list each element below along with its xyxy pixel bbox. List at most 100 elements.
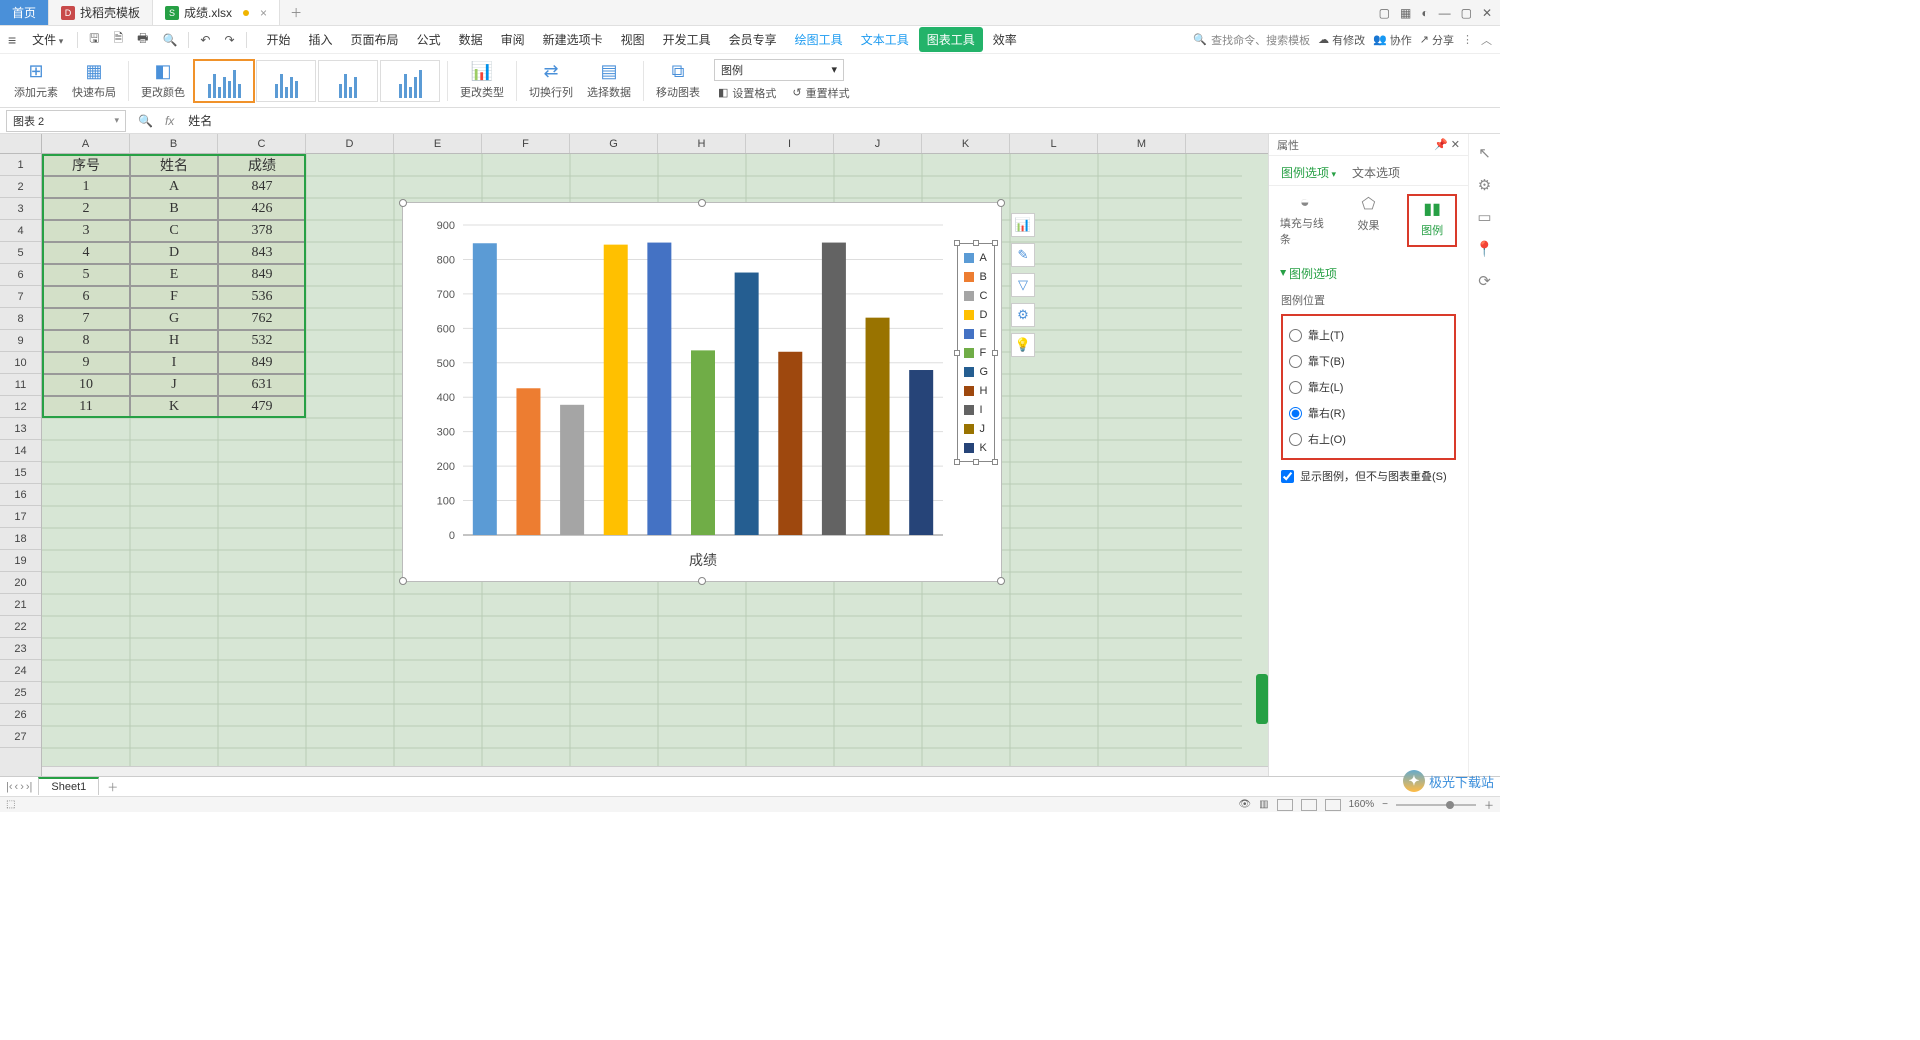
cell-B3[interactable]: B bbox=[130, 198, 218, 220]
set-format-button[interactable]: ◧ 设置格式 bbox=[714, 83, 780, 103]
cell-C8[interactable]: 762 bbox=[218, 308, 306, 330]
cells-area[interactable]: 序号姓名成绩1A8472B4263C3784D8435E8496F5367G76… bbox=[42, 154, 1268, 780]
sheet-last-icon[interactable]: ›| bbox=[26, 781, 33, 793]
chart-side-btn-2[interactable]: ▽ bbox=[1011, 273, 1035, 297]
cell-A5[interactable]: 4 bbox=[42, 242, 130, 264]
row-header-16[interactable]: 16 bbox=[0, 484, 41, 506]
save-icon[interactable]: 🖫 bbox=[84, 27, 104, 52]
file-menu[interactable]: 文件 bbox=[24, 29, 71, 50]
legend-overlap-checkbox[interactable]: 显示图例，但不与图表重叠(S) bbox=[1281, 462, 1456, 490]
menu-dev[interactable]: 开发工具 bbox=[655, 27, 719, 52]
spreadsheet-grid[interactable]: ABCDEFGHIJKLM 12345678910111213141516171… bbox=[0, 134, 1268, 780]
chart-style-4[interactable] bbox=[380, 60, 440, 102]
menu-start[interactable]: 开始 bbox=[259, 27, 299, 52]
menu-formula[interactable]: 公式 bbox=[409, 27, 449, 52]
layout-icon[interactable]: ▢ bbox=[1379, 6, 1390, 20]
cell-A8[interactable]: 7 bbox=[42, 308, 130, 330]
row-header-1[interactable]: 1 bbox=[0, 154, 41, 176]
undo-icon[interactable]: ↶ bbox=[195, 31, 215, 49]
cell-A3[interactable]: 2 bbox=[42, 198, 130, 220]
menu-pagelayout[interactable]: 页面布局 bbox=[343, 27, 407, 52]
chart-object[interactable]: 📊✎▽⚙💡0100200300400500600700800900成绩ABCDE… bbox=[402, 202, 1002, 582]
menu-insert[interactable]: 插入 bbox=[301, 27, 341, 52]
zoom-in-icon[interactable]: ＋ bbox=[1484, 797, 1494, 812]
rail-settings-icon[interactable]: ⚙ bbox=[1478, 176, 1491, 194]
col-header-L[interactable]: L bbox=[1010, 134, 1098, 153]
ribbon-switch-rc[interactable]: ⇄切换行列 bbox=[523, 54, 579, 107]
cell-A11[interactable]: 10 bbox=[42, 374, 130, 396]
tab-home[interactable]: 首页 bbox=[0, 0, 49, 25]
close-window-icon[interactable]: ✕ bbox=[1482, 6, 1492, 20]
close-tab-icon[interactable]: × bbox=[260, 6, 267, 20]
legend-dropdown[interactable]: 图例▾ bbox=[714, 59, 844, 81]
rail-location-icon[interactable]: 📍 bbox=[1475, 240, 1494, 258]
row-header-13[interactable]: 13 bbox=[0, 418, 41, 440]
cell-B1[interactable]: 姓名 bbox=[130, 154, 218, 176]
col-header-D[interactable]: D bbox=[306, 134, 394, 153]
maximize-icon[interactable]: ▢ bbox=[1461, 6, 1472, 20]
ribbon-select-data[interactable]: ▤选择数据 bbox=[581, 54, 637, 107]
tab-template[interactable]: D找稻壳模板 bbox=[49, 0, 153, 25]
legend-pos-radio-1[interactable]: 靠下(B) bbox=[1289, 348, 1448, 374]
chart-legend[interactable]: ABCDEFGHIJK bbox=[957, 243, 995, 462]
legend-pos-radio-4[interactable]: 右上(O) bbox=[1289, 426, 1448, 452]
pending-changes[interactable]: ☁ 有修改 bbox=[1318, 32, 1365, 48]
row-header-21[interactable]: 21 bbox=[0, 594, 41, 616]
row-header-2[interactable]: 2 bbox=[0, 176, 41, 198]
resize-handle[interactable] bbox=[399, 577, 407, 585]
col-header-B[interactable]: B bbox=[130, 134, 218, 153]
rail-backup-icon[interactable]: ⟳ bbox=[1478, 272, 1491, 290]
zoom-value[interactable]: 160% bbox=[1349, 799, 1375, 810]
ribbon-quick-layout[interactable]: ▦快速布局 bbox=[66, 54, 122, 107]
close-panel-icon[interactable]: ✕ bbox=[1451, 139, 1460, 151]
col-header-I[interactable]: I bbox=[746, 134, 834, 153]
col-header-F[interactable]: F bbox=[482, 134, 570, 153]
row-header-26[interactable]: 26 bbox=[0, 704, 41, 726]
icn-tab-fill[interactable]: ◒填充与线条 bbox=[1280, 194, 1330, 247]
cell-C6[interactable]: 849 bbox=[218, 264, 306, 286]
prop-tab-text-options[interactable]: 文本选项 bbox=[1352, 164, 1400, 181]
chart-side-btn-0[interactable]: 📊 bbox=[1011, 213, 1035, 237]
command-search[interactable]: 查找命令、搜索模板 bbox=[1193, 32, 1310, 48]
share-button[interactable]: ↗ 分享 bbox=[1420, 32, 1454, 48]
chart-style-3[interactable] bbox=[318, 60, 378, 102]
zoom-out-icon[interactable]: − bbox=[1382, 799, 1388, 810]
col-header-H[interactable]: H bbox=[658, 134, 746, 153]
row-header-24[interactable]: 24 bbox=[0, 660, 41, 682]
cell-C7[interactable]: 536 bbox=[218, 286, 306, 308]
col-header-G[interactable]: G bbox=[570, 134, 658, 153]
sheet-add-icon[interactable]: ＋ bbox=[99, 779, 126, 795]
menu-view[interactable]: 视图 bbox=[613, 27, 653, 52]
cell-A7[interactable]: 6 bbox=[42, 286, 130, 308]
cell-B2[interactable]: A bbox=[130, 176, 218, 198]
hamburger-icon[interactable]: ≡ bbox=[8, 32, 16, 48]
menu-chart-tools[interactable]: 图表工具 bbox=[919, 27, 983, 52]
row-header-18[interactable]: 18 bbox=[0, 528, 41, 550]
cell-B5[interactable]: D bbox=[130, 242, 218, 264]
cell-A12[interactable]: 11 bbox=[42, 396, 130, 418]
resize-handle[interactable] bbox=[698, 199, 706, 207]
cell-A6[interactable]: 5 bbox=[42, 264, 130, 286]
cell-B11[interactable]: J bbox=[130, 374, 218, 396]
cell-A2[interactable]: 1 bbox=[42, 176, 130, 198]
col-header-J[interactable]: J bbox=[834, 134, 922, 153]
icn-tab-legend[interactable]: ▮▮图例 bbox=[1407, 194, 1457, 247]
status-mode-icon[interactable]: ⬚ bbox=[6, 799, 15, 810]
saveas-icon[interactable]: 🗎 bbox=[108, 27, 128, 52]
menu-drawing-tools[interactable]: 绘图工具 bbox=[787, 27, 851, 52]
preview-icon[interactable]: 🔍 bbox=[157, 31, 182, 49]
row-header-22[interactable]: 22 bbox=[0, 616, 41, 638]
cell-C1[interactable]: 成绩 bbox=[218, 154, 306, 176]
cell-C4[interactable]: 378 bbox=[218, 220, 306, 242]
cell-C10[interactable]: 849 bbox=[218, 352, 306, 374]
menu-review[interactable]: 审阅 bbox=[493, 27, 533, 52]
resize-handle[interactable] bbox=[997, 199, 1005, 207]
cell-A4[interactable]: 3 bbox=[42, 220, 130, 242]
cell-C5[interactable]: 843 bbox=[218, 242, 306, 264]
row-header-6[interactable]: 6 bbox=[0, 264, 41, 286]
cell-B8[interactable]: G bbox=[130, 308, 218, 330]
row-header-20[interactable]: 20 bbox=[0, 572, 41, 594]
apps-icon[interactable]: ▦ bbox=[1400, 6, 1411, 20]
cell-C9[interactable]: 532 bbox=[218, 330, 306, 352]
menu-newtab[interactable]: 新建选项卡 bbox=[535, 27, 611, 52]
